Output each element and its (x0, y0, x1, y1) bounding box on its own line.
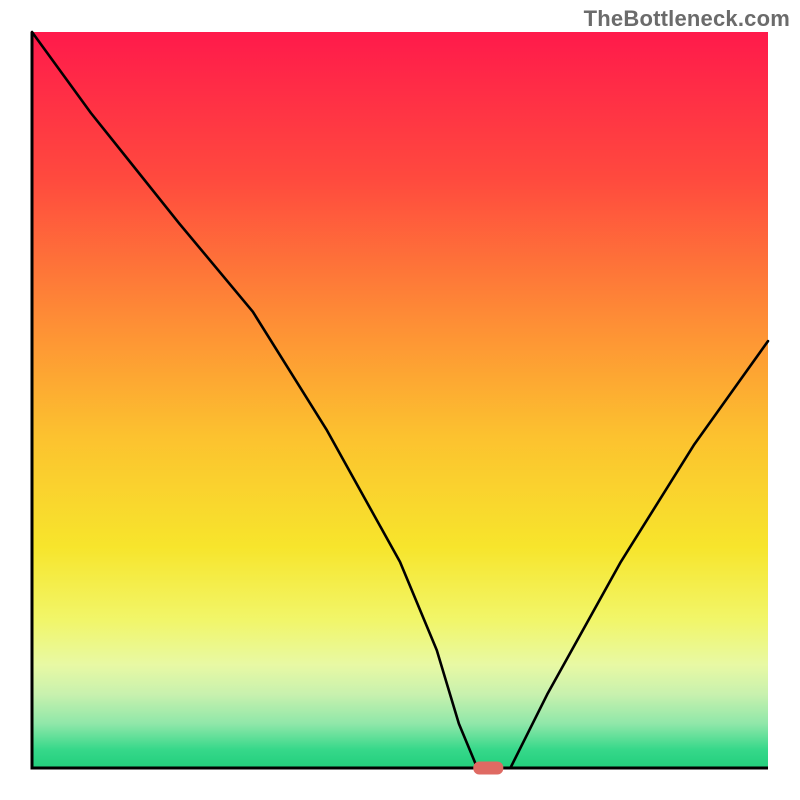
watermark-text: TheBottleneck.com (584, 6, 790, 32)
bottleneck-chart (0, 0, 800, 800)
optimal-marker (473, 762, 503, 775)
chart-container: TheBottleneck.com (0, 0, 800, 800)
plot-background (32, 32, 768, 768)
